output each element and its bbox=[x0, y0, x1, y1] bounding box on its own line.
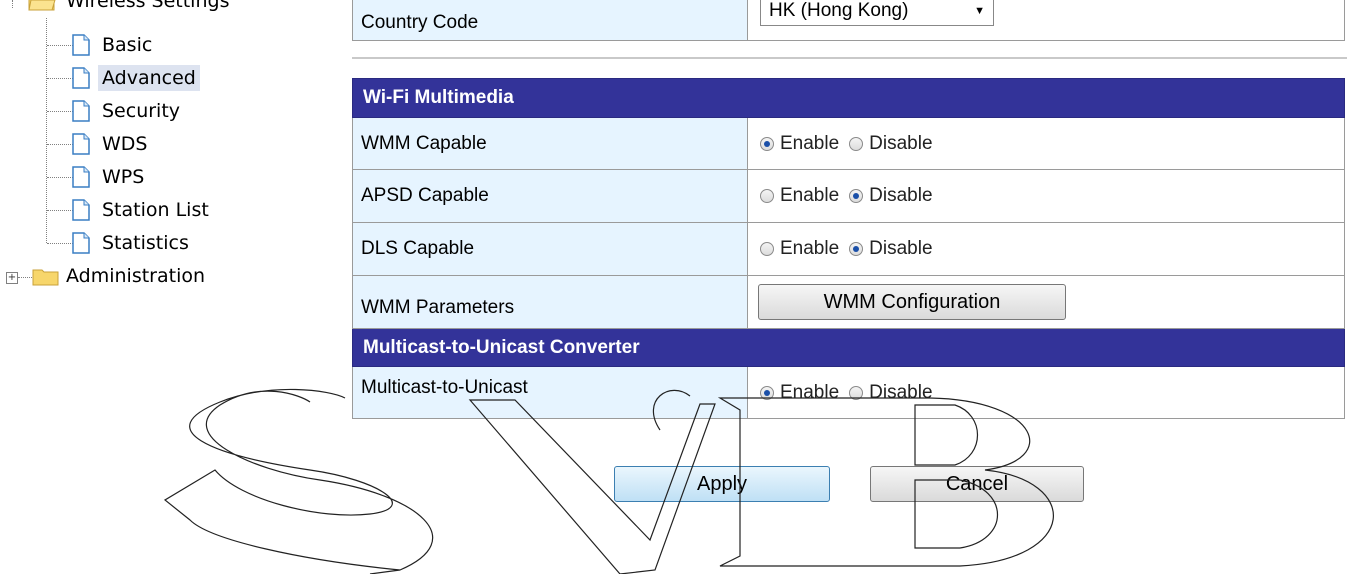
tree-connector bbox=[47, 78, 75, 79]
multicast-disable-radio[interactable] bbox=[849, 385, 864, 400]
tree-node-advanced[interactable]: Advanced bbox=[72, 63, 200, 93]
section-divider bbox=[352, 57, 1347, 59]
dls-capable-cell: Enable Disable bbox=[747, 222, 1345, 276]
wmm-capable-cell: Enable Disable bbox=[747, 117, 1345, 170]
radio-label: Disable bbox=[869, 238, 933, 259]
page-icon bbox=[72, 232, 90, 254]
tree-label: Basic bbox=[102, 34, 153, 56]
dls-capable-label: DLS Capable bbox=[352, 222, 748, 276]
tree-connector bbox=[18, 277, 32, 278]
radio-label: Enable bbox=[780, 238, 840, 259]
apsd-capable-radio-group: Enable Disable bbox=[760, 185, 1344, 207]
multicast-to-unicast-cell: Enable Disable bbox=[747, 366, 1345, 419]
page-icon bbox=[72, 166, 90, 188]
radio-label: Disable bbox=[869, 185, 933, 206]
tree-node-security[interactable]: Security bbox=[72, 96, 184, 126]
tree-connector bbox=[47, 111, 75, 112]
tree-connector bbox=[47, 45, 75, 46]
apply-button[interactable]: Apply bbox=[614, 466, 830, 502]
tree-connector bbox=[47, 243, 75, 244]
radio-label: Enable bbox=[780, 132, 840, 154]
country-code-label: Country Code bbox=[352, 0, 748, 41]
tree-node-basic[interactable]: Basic bbox=[72, 30, 156, 60]
tree-connector bbox=[47, 144, 75, 145]
apsd-capable-enable-radio[interactable] bbox=[760, 189, 774, 203]
tree-node-wireless-settings[interactable]: Wireless Settings bbox=[28, 0, 233, 16]
wmm-parameters-cell: WMM Configuration bbox=[747, 275, 1345, 329]
radio-label: Disable bbox=[869, 381, 933, 403]
tree-label: WDS bbox=[102, 133, 148, 155]
apsd-capable-disable-radio[interactable] bbox=[849, 189, 864, 203]
dls-capable-enable-radio[interactable] bbox=[760, 242, 774, 256]
tree-node-wds[interactable]: WDS bbox=[72, 129, 151, 159]
radio-label: Disable bbox=[869, 132, 933, 154]
page-icon bbox=[72, 133, 90, 155]
wmm-parameters-label: WMM Parameters bbox=[352, 275, 748, 329]
wmm-configuration-button[interactable]: WMM Configuration bbox=[758, 284, 1066, 320]
page-icon bbox=[72, 100, 90, 122]
tree-node-wps[interactable]: WPS bbox=[72, 162, 148, 192]
cancel-button[interactable]: Cancel bbox=[870, 466, 1084, 502]
tree-label: Station List bbox=[102, 199, 209, 221]
tree-node-statistics[interactable]: Statistics bbox=[72, 228, 193, 258]
tree-connector bbox=[12, 0, 13, 8]
dls-capable-disable-radio[interactable] bbox=[849, 242, 864, 256]
dropdown-arrow-icon: ▼ bbox=[974, 4, 985, 17]
wmm-capable-radio-group: Enable Disable bbox=[760, 133, 1344, 155]
expand-icon[interactable]: + bbox=[6, 272, 18, 284]
tree-label: Statistics bbox=[102, 232, 189, 254]
page-icon bbox=[72, 199, 90, 221]
tree-label: Wireless Settings bbox=[66, 0, 230, 12]
multicast-enable-radio[interactable] bbox=[760, 385, 774, 400]
country-code-cell: HK (Hong Kong) ▼ bbox=[747, 0, 1345, 41]
country-code-value: HK (Hong Kong) bbox=[769, 0, 909, 21]
tree-connector bbox=[47, 210, 75, 211]
tree-label: Advanced bbox=[98, 65, 200, 91]
wmm-table: Wi-Fi Multimedia WMM Capable Enable Disa… bbox=[352, 78, 1345, 419]
multicast-to-unicast-label: Multicast-to-Unicast bbox=[352, 366, 748, 419]
dls-capable-radio-group: Enable Disable bbox=[760, 238, 1344, 260]
wmm-section-header: Wi-Fi Multimedia bbox=[352, 78, 1345, 118]
tree-label: Security bbox=[102, 100, 181, 122]
navigation-tree: Wireless Settings Basic Advanced Securit… bbox=[0, 0, 340, 574]
country-code-select[interactable]: HK (Hong Kong) ▼ bbox=[760, 0, 994, 26]
tree-node-administration[interactable]: Administration bbox=[32, 261, 209, 291]
folder-icon bbox=[32, 266, 60, 286]
wmm-capable-label: WMM Capable bbox=[352, 117, 748, 170]
wmm-capable-enable-radio[interactable] bbox=[760, 136, 774, 151]
page-icon bbox=[72, 34, 90, 56]
multicast-section-header: Multicast-to-Unicast Converter bbox=[352, 328, 1345, 367]
folder-open-icon bbox=[28, 0, 56, 11]
tree-label: WPS bbox=[102, 166, 145, 188]
wmm-capable-disable-radio[interactable] bbox=[849, 136, 864, 151]
page-icon bbox=[72, 67, 90, 89]
tree-connector bbox=[47, 177, 75, 178]
apsd-capable-label: APSD Capable bbox=[352, 169, 748, 223]
apsd-capable-cell: Enable Disable bbox=[747, 169, 1345, 223]
radio-label: Enable bbox=[780, 185, 840, 206]
multicast-radio-group: Enable Disable bbox=[760, 382, 1344, 404]
country-table: Country Code HK (Hong Kong) ▼ bbox=[352, 0, 1345, 41]
tree-node-station-list[interactable]: Station List bbox=[72, 195, 213, 225]
radio-label: Enable bbox=[780, 381, 840, 403]
tree-label: Administration bbox=[66, 265, 206, 287]
